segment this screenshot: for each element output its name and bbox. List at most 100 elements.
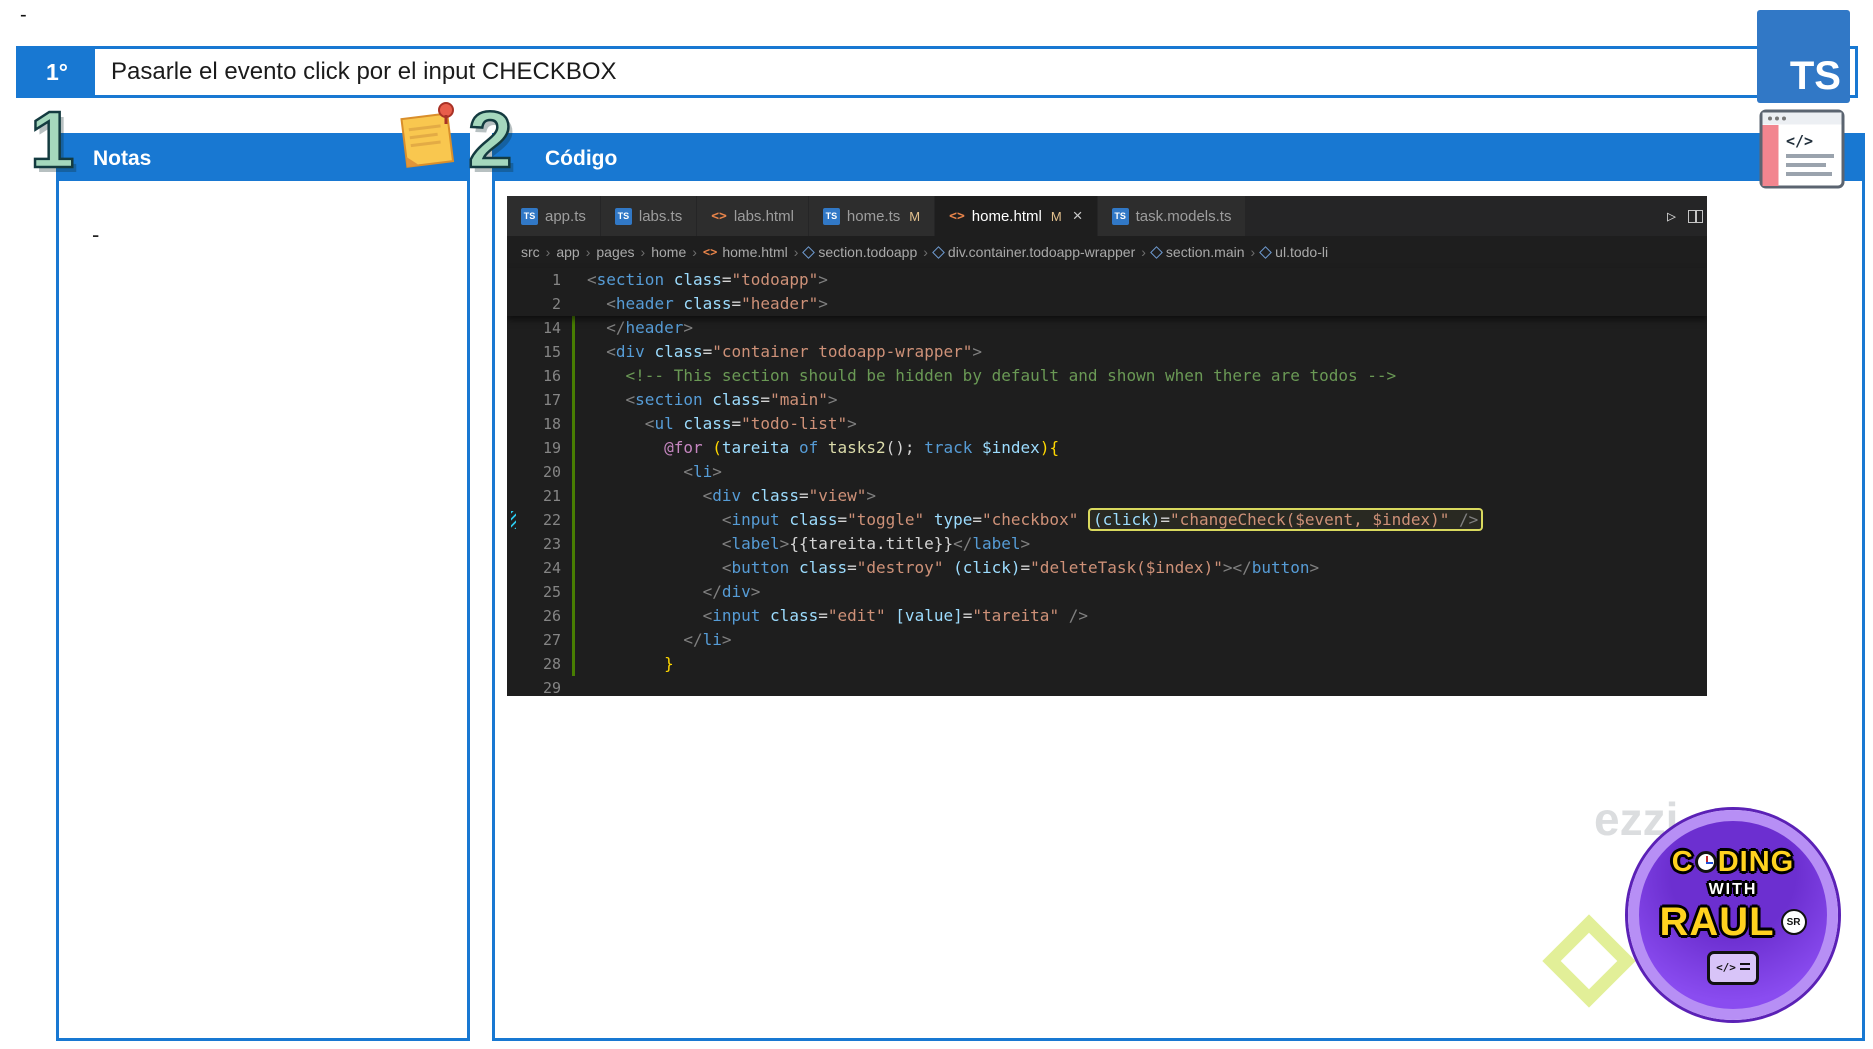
breadcrumb-separator: › [545,244,551,260]
gutter [561,604,587,628]
breadcrumb-separator: › [1141,244,1146,260]
code-line-26[interactable]: 26 <input class="edit" [value]="tareita"… [507,604,1707,628]
tab-bar: TS app.ts TS labs.ts <> labs.html TS home.ts M <>… [507,196,1707,236]
code-line-27[interactable]: 27 </li> [507,628,1707,652]
gutter [561,388,587,412]
code-line-23[interactable]: 23 <label>{{tareita.title}}</label> [507,532,1707,556]
sticky-scroll: 1 <section class="todoapp"> 2 <header clas… [507,268,1707,316]
gutter [561,292,587,316]
logo-coding-text: C DING [1671,845,1795,878]
breadcrumb-item[interactable]: ul.todo-li [1259,244,1328,260]
code-line-21[interactable]: 21 <div class="view"> [507,484,1707,508]
top-dash: - [20,4,27,26]
code-line-22[interactable]: 22 <input class="toggle" type="checkbox"… [507,508,1707,532]
breadcrumb-separator: › [640,244,646,260]
typescript-logo: TS [1757,10,1850,103]
tab-label: app.ts [545,207,586,225]
logo-code-window-icon: </> [1707,950,1759,985]
code-text: <div class="view"> [702,486,877,505]
code-text: <section class="todoapp"> [587,270,828,289]
breadcrumb-item[interactable]: src [521,244,540,260]
code-panel-title: Código [545,146,618,170]
code-text: } [664,654,674,673]
tab-task.models.ts[interactable]: TS task.models.ts [1097,196,1247,236]
code-text: @for (tareita of tasks2(); track $index)… [664,438,1060,457]
tab-app.ts[interactable]: TS app.ts [507,196,601,236]
ts-file-icon: TS [1111,207,1129,225]
breadcrumb-item[interactable]: app [556,244,579,260]
code-line-15[interactable]: 15 <div class="container todoapp-wrapper… [507,340,1707,364]
code-text: <!-- This section should be hidden by de… [625,366,1397,385]
gutter [561,508,587,532]
line-number: 23 [542,535,561,553]
notes-panel-title: Notas [93,146,152,170]
code-line-2[interactable]: 2 <header class="header"> [507,292,1707,316]
code-window-icon: </> [1758,106,1846,197]
panel-number-2: 2 [467,95,514,184]
gutter [561,532,587,556]
logo-with-text: WITH [1708,880,1758,898]
code-line-25[interactable]: 25 </div> [507,580,1707,604]
line-number: 18 [542,415,561,433]
tab-list: TS app.ts TS labs.ts <> labs.html TS home.ts M <>… [507,196,1247,236]
code-text: <li> [683,462,722,481]
code-text: <input class="toggle" type="checkbox" (c… [587,508,1483,532]
coding-with-raul-logo: C DING WITH RAUL SR </> [1628,810,1838,1020]
close-icon[interactable]: × [1073,206,1083,226]
code-line-1[interactable]: 1 <section class="todoapp"> [507,268,1707,292]
tab-label: labs.ts [638,207,683,225]
gutter [561,460,587,484]
tab-labs.html[interactable]: <> labs.html [697,196,809,236]
breadcrumb-item[interactable]: div.container.todoapp-wrapper [932,244,1135,260]
gutter [561,484,587,508]
code-text: </li> [683,630,732,649]
step-number-badge: 1° [19,49,95,95]
breadcrumb-separator: › [1250,244,1256,260]
line-number: 14 [542,319,561,337]
code-line-18[interactable]: 18 <ul class="todo-list"> [507,412,1707,436]
logo-raul-text: RAUL [1659,899,1775,944]
lesson-header-bar: 1° Pasarle el evento click por el input … [16,46,1858,98]
code-lines: 14 </header> 15 <div class="container tod… [507,316,1707,696]
code-line-14[interactable]: 14 </header> [507,316,1707,340]
run-button[interactable]: ▷ [1667,207,1676,225]
line-number: 27 [542,631,561,649]
tab-label: home.ts [846,207,901,225]
tab-home.ts[interactable]: TS home.ts M [808,196,936,236]
code-text: </header> [606,318,693,337]
split-editor-icon[interactable] [1688,209,1703,223]
tab-home.html[interactable]: <> home.html M × [935,196,1098,236]
symbol-icon [932,245,945,259]
code-line-16[interactable]: 16 <!-- This section should be hidden by… [507,364,1707,388]
line-number: 21 [542,487,561,505]
breadcrumb-separator: › [585,244,591,260]
breadcrumb-item[interactable]: home [651,244,686,260]
line-number: 24 [542,559,561,577]
gutter [561,316,587,340]
notes-panel: Notas [56,133,470,1041]
line-number: 20 [542,463,561,481]
tab-actions: ▷ [1657,196,1707,236]
breadcrumb-item[interactable]: section.todoapp [802,244,917,260]
line-number: 28 [542,655,561,673]
code-line-29[interactable]: 29 [507,676,1707,696]
code-line-19[interactable]: 19 @for (tareita of tasks2(); track $ind… [507,436,1707,460]
breadcrumb-separator: › [692,244,697,260]
tab-labs.ts[interactable]: TS labs.ts [600,196,698,236]
svg-text:</>: </> [1786,132,1813,150]
tab-label: home.html [971,207,1042,225]
breadcrumb-item[interactable]: pages [596,244,634,260]
breadcrumb-item[interactable]: section.main [1150,244,1245,260]
code-line-28[interactable]: 28 } [507,652,1707,676]
code-line-20[interactable]: 20 <li> [507,460,1707,484]
line-number: 17 [542,391,561,409]
line-number: 26 [542,607,561,625]
symbol-icon [802,245,816,259]
gutter [561,412,587,436]
symbol-icon [1259,245,1273,259]
breadcrumb-item[interactable]: <> home.html [703,244,788,260]
code-line-17[interactable]: 17 <section class="main"> [507,388,1707,412]
gutter [561,340,587,364]
line-number: 22 [542,511,561,529]
code-line-24[interactable]: 24 <button class="destroy" (click)="dele… [507,556,1707,580]
